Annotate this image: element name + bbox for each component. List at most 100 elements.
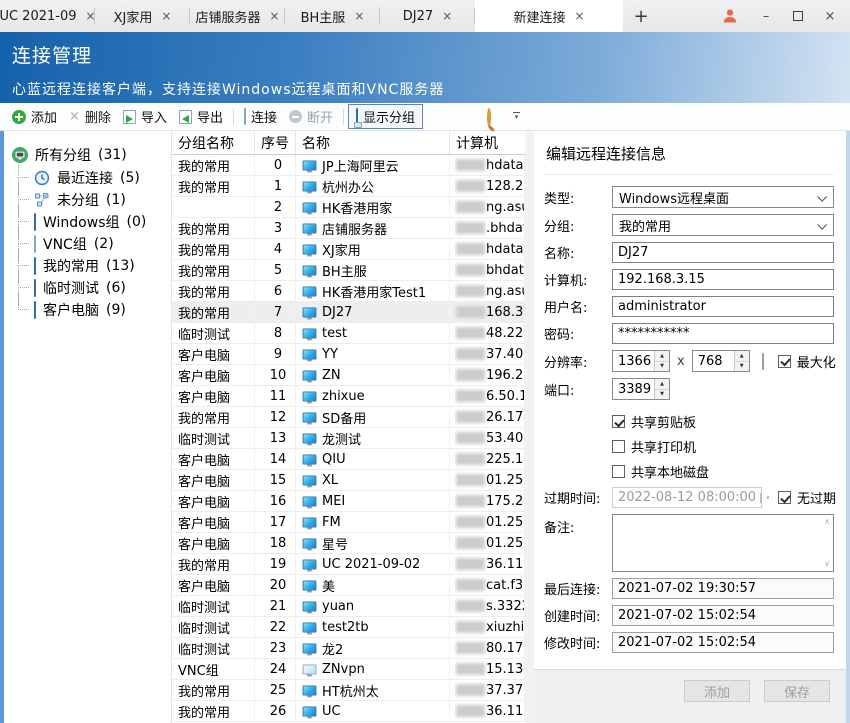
note-scroll-up-icon[interactable]: ∧ (824, 518, 830, 526)
column-header-group[interactable]: 分组名称 (172, 131, 255, 154)
import-button[interactable]: 导入 (117, 105, 173, 128)
sidebar-item-windows-group[interactable]: Windows组 (0) (4, 211, 171, 233)
show-groups-toggle[interactable]: 显示分组 (348, 104, 423, 129)
maximize-button[interactable] (782, 0, 814, 32)
redacted-blur (456, 558, 485, 570)
share-disk-checkbox[interactable] (612, 465, 625, 478)
table-row[interactable]: 我的常用 3 店铺服务器 .bhdata. (172, 218, 525, 239)
table-row[interactable]: 我的常用 19 UC 2021-09-02 36.119.9 (172, 554, 525, 575)
tab-close-icon[interactable]: × (442, 9, 452, 23)
tab[interactable]: 新建连接 × (475, 0, 623, 32)
type-select[interactable]: Windows远程桌面 (612, 186, 834, 208)
port-stepper[interactable]: 3389 ▲▼ (612, 378, 670, 400)
minimize-button[interactable]: – (750, 0, 782, 32)
table-row[interactable]: 我的常用 25 HT杭州太 37.37.44 (172, 680, 525, 701)
name-input[interactable] (612, 242, 834, 263)
column-header-index[interactable]: 序号 (255, 131, 296, 154)
tab-close-icon[interactable]: × (354, 9, 364, 23)
disconnect-button[interactable]: 断开 (283, 105, 339, 128)
delete-button[interactable]: × 删除 (63, 105, 117, 128)
sidebar-item-vnc-group[interactable]: VNC组 (2) (4, 233, 171, 255)
column-header-name[interactable]: 名称 (296, 131, 450, 154)
tab-bar: UC 2021-09 × XJ家用 × 店铺服务器 × BH主服 × DJ27 … (0, 0, 850, 32)
resolution-height-stepper[interactable]: 768 ▲▼ (692, 350, 750, 372)
tab-close-icon[interactable]: × (269, 9, 279, 23)
resolution-width-stepper[interactable]: 1366 ▲▼ (612, 350, 670, 372)
group-select[interactable]: 我的常用 (612, 214, 834, 236)
tab-close-icon[interactable]: × (161, 9, 171, 23)
sidebar-item-client-pc[interactable]: 客户电脑 (9) (4, 299, 171, 321)
table-row[interactable]: 临时测试 22 test2tb xiuzhifu (172, 617, 525, 638)
table-row[interactable]: 我的常用 7 DJ27 168.3.15 (172, 302, 525, 323)
table-row[interactable]: 我的常用 26 UC 36.119.9 (172, 701, 525, 722)
add-connection-button[interactable]: 添加 (684, 680, 750, 702)
tab[interactable]: UC 2021-09 × (0, 0, 95, 32)
connect-button[interactable]: 连接 (238, 105, 283, 128)
tab[interactable]: BH主服 × (285, 0, 380, 32)
connection-monitor-icon (303, 370, 317, 380)
column-header-computer[interactable]: 计算机 (450, 131, 525, 154)
table-row[interactable]: 客户电脑 18 星号 01.255.9 (172, 533, 525, 554)
table-row[interactable]: 我的常用 6 HK香港用家Test1 ng.asusc (172, 281, 525, 302)
tab[interactable]: DJ27 × (380, 0, 475, 32)
table-row[interactable]: 我的常用 5 BH主服 bhdata.c (172, 260, 525, 281)
tab[interactable]: 店铺服务器 × (190, 0, 285, 32)
table-row[interactable]: VNC组 24 ZNvpn 15.134.3 (172, 659, 525, 680)
username-input[interactable] (612, 296, 834, 317)
table-row[interactable]: 临时测试 13 龙测试 53.40.22 (172, 428, 525, 449)
sidebar-item-ungrouped[interactable]: 未分组 (1) (4, 189, 171, 211)
password-input[interactable] (612, 323, 834, 344)
spin-down-icon[interactable]: ▼ (655, 362, 669, 372)
table-row[interactable]: 客户电脑 9 YY 37.40.22 (172, 344, 525, 365)
table-row[interactable]: 我的常用 1 杭州办公 128.231. (172, 176, 525, 197)
table-row[interactable]: 客户电脑 11 zhixue 6.50.170 (172, 386, 525, 407)
table-row[interactable]: 客户电脑 16 MEI 175.249. (172, 491, 525, 512)
expire-datetime-picker[interactable]: 2022-08-12 08:00:00 ▾ (612, 487, 762, 508)
table-row[interactable]: 客户电脑 10 ZN 196.223. (172, 365, 525, 386)
toolbar-overflow-button[interactable]: ▾ (513, 112, 520, 120)
maximize-checkbox[interactable] (778, 355, 791, 368)
share-clipboard-checkbox[interactable] (612, 415, 625, 428)
sidebar-item-all-groups[interactable]: 所有分组 (31) (4, 143, 171, 167)
cell-computer: 175.249. (450, 491, 525, 511)
computer-input[interactable] (612, 269, 834, 290)
table-row[interactable]: 客户电脑 15 XL 01.255.2 (172, 470, 525, 491)
table-row[interactable]: 客户电脑 14 QIU 225.140. (172, 449, 525, 470)
note-scroll-down-icon[interactable]: ∨ (824, 560, 830, 568)
redacted-blur (456, 516, 485, 528)
export-button[interactable]: 导出 (173, 105, 229, 128)
sidebar-item-my-favorites[interactable]: 我的常用 (13) (4, 255, 171, 277)
note-textarea[interactable]: ∧ ∨ (612, 514, 834, 572)
new-tab-button[interactable]: + (623, 0, 659, 32)
table-row[interactable]: 2 HK香港用家 ng.asusc (172, 197, 525, 218)
spin-up-icon[interactable]: ▲ (735, 351, 749, 362)
sidebar-item-temp-test[interactable]: 临时测试 (6) (4, 277, 171, 299)
spin-up-icon[interactable]: ▲ (655, 351, 669, 362)
add-button[interactable]: 添加 (6, 105, 63, 128)
connection-monitor-icon (303, 580, 317, 590)
table-row[interactable]: 临时测试 23 龙2 80.17.13 (172, 638, 525, 659)
table-row[interactable]: 临时测试 8 test 48.222.9 (172, 323, 525, 344)
search-button[interactable] (487, 110, 491, 125)
sidebar-item-count: (1) (106, 192, 126, 208)
close-window-button[interactable]: × (814, 0, 846, 32)
table-row[interactable]: 客户电脑 20 美 cat.f332 (172, 575, 525, 596)
spin-down-icon[interactable]: ▼ (655, 390, 669, 400)
table-row[interactable]: 我的常用 12 SD备用 26.170.1 (172, 407, 525, 428)
table-row[interactable]: 客户电脑 17 FM 01.255.2 (172, 512, 525, 533)
spin-down-icon[interactable]: ▼ (735, 362, 749, 372)
sidebar-item-recent[interactable]: 最近连接 (5) (4, 167, 171, 189)
tab[interactable]: XJ家用 × (95, 0, 190, 32)
user-account-button[interactable] (710, 0, 750, 32)
table-row[interactable]: 我的常用 4 XJ家用 hdata.co (172, 239, 525, 260)
table-scrollbar[interactable] (525, 131, 534, 723)
table-row[interactable]: 我的常用 0 JP上海阿里云 hdata.co (172, 155, 525, 176)
save-button[interactable]: 保存 (764, 680, 830, 702)
import-label: 导入 (141, 107, 167, 126)
table-row[interactable]: 临时测试 21 yuan s.3322.n (172, 596, 525, 617)
no-expire-checkbox[interactable] (778, 491, 791, 504)
tab-close-icon[interactable]: × (574, 9, 584, 23)
spin-up-icon[interactable]: ▲ (655, 379, 669, 390)
share-printer-checkbox[interactable] (612, 440, 625, 453)
redacted-blur (456, 621, 485, 633)
